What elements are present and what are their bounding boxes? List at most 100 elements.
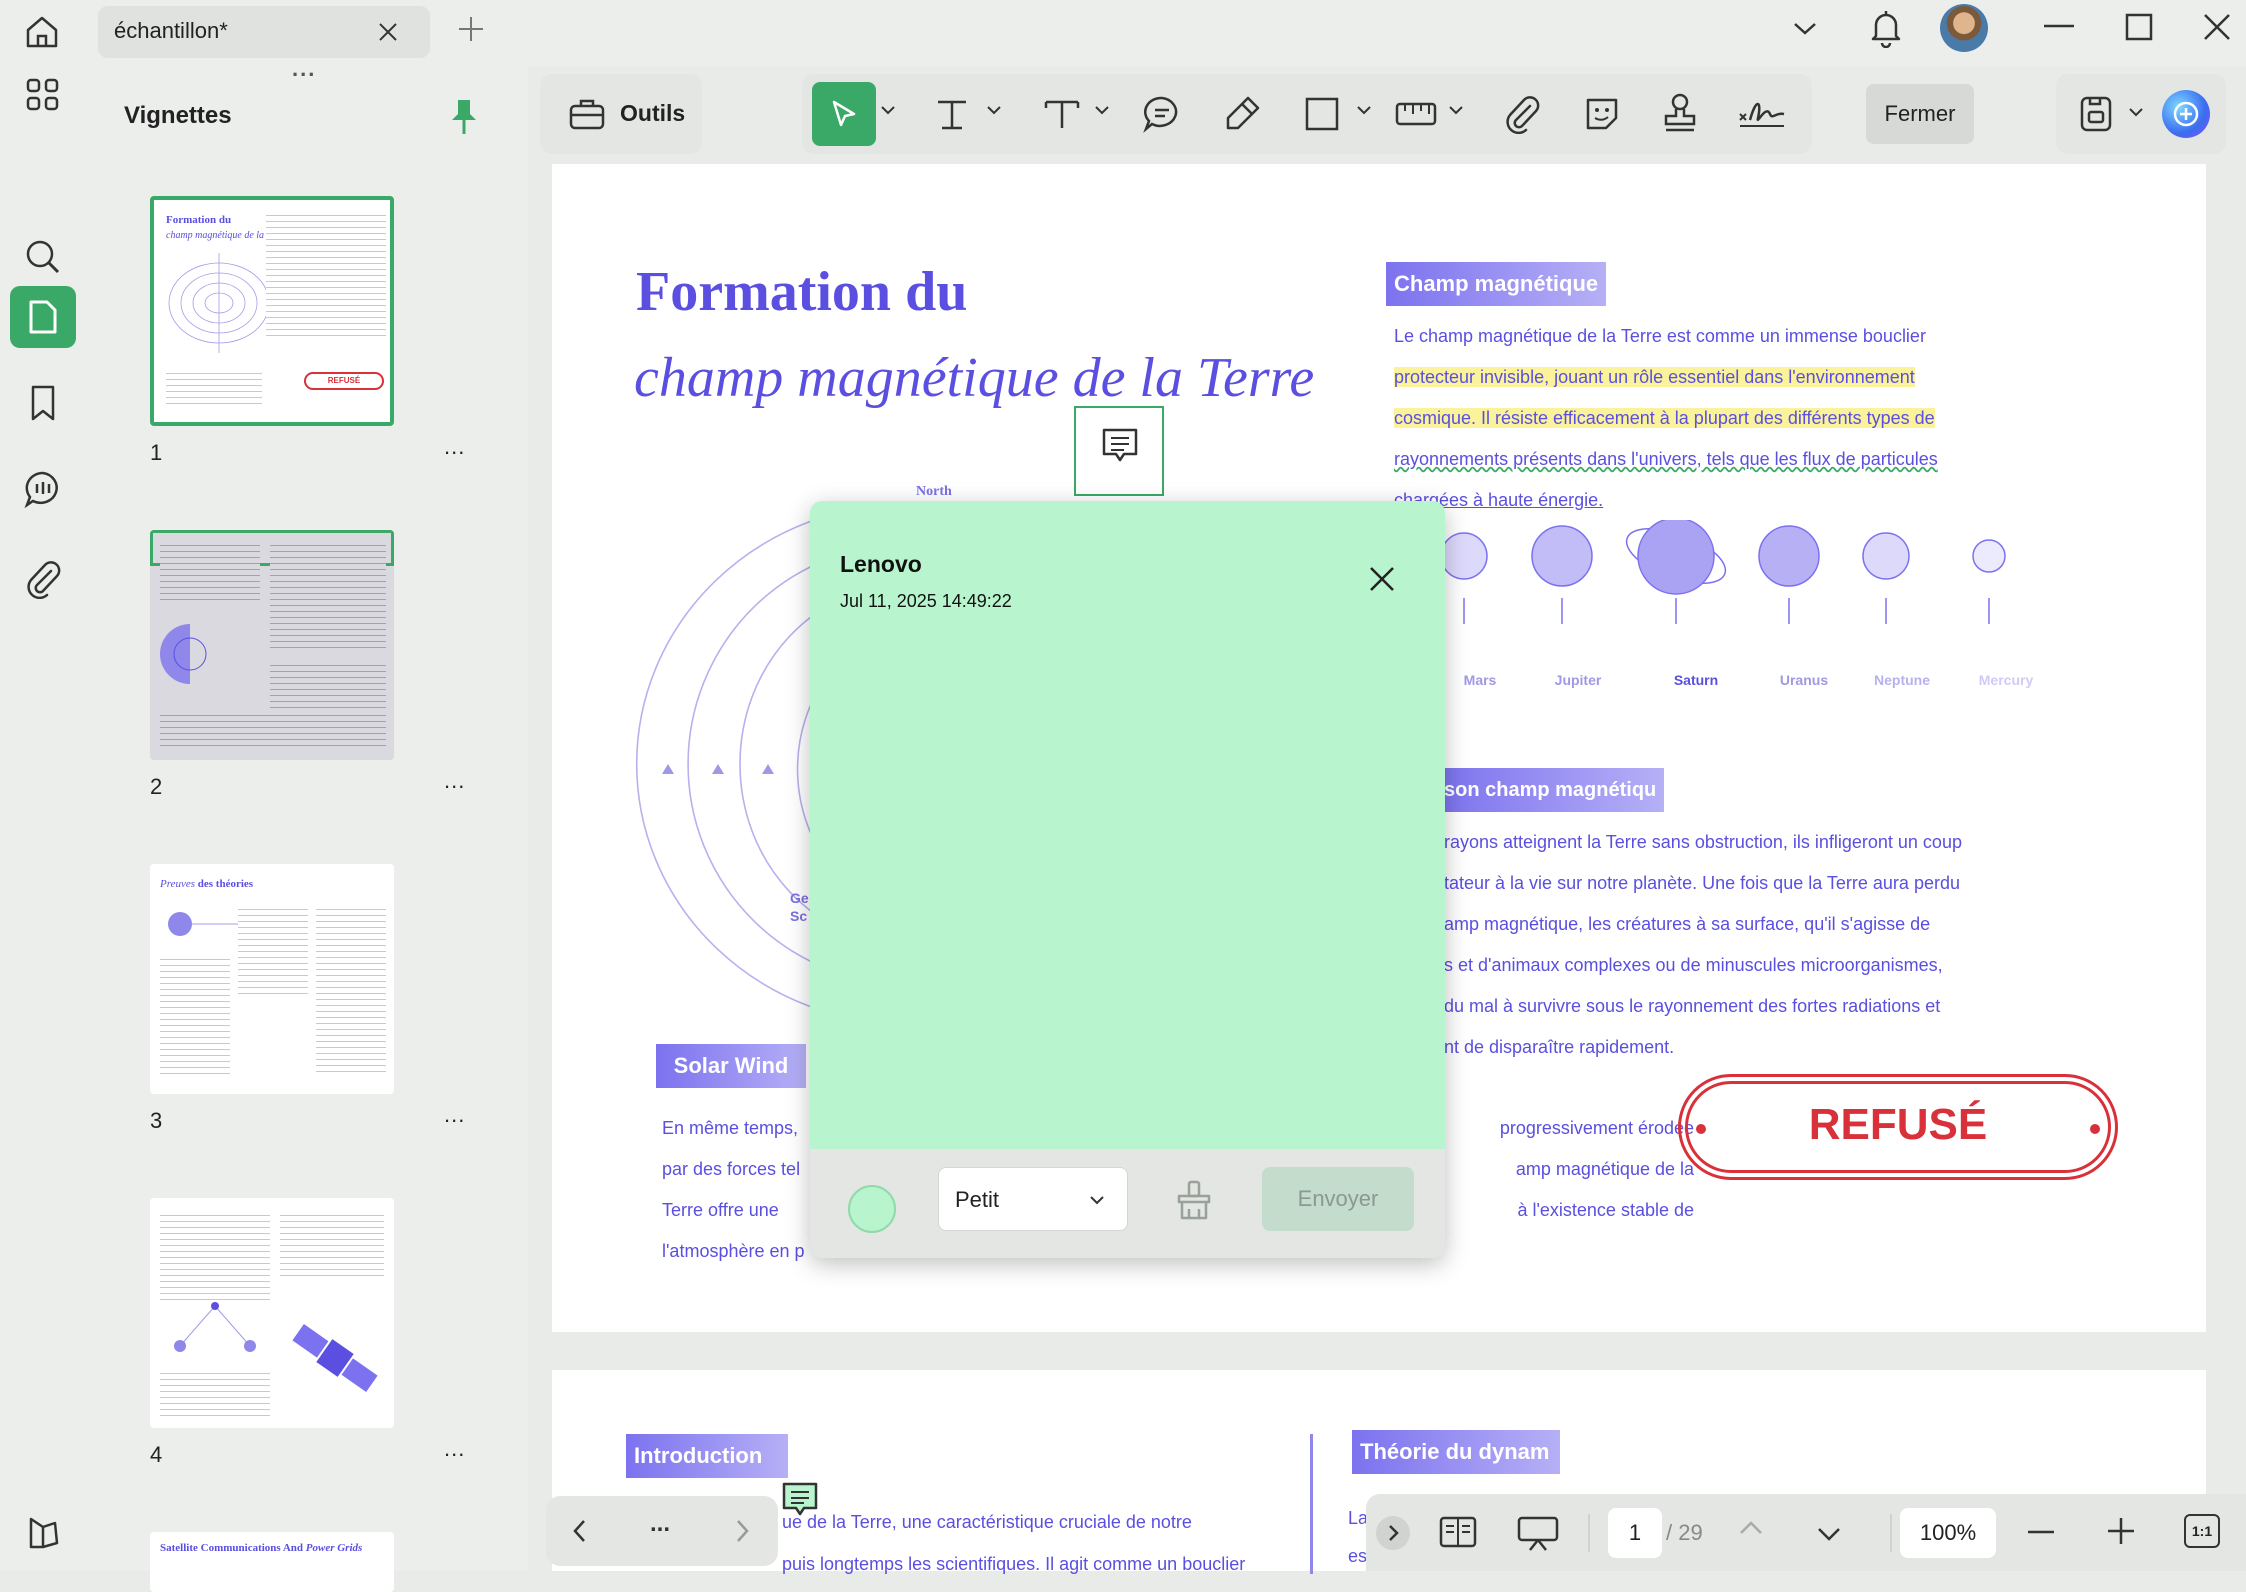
chevron-down-icon[interactable] <box>1816 1524 1842 1544</box>
thumbnails-grid-icon[interactable] <box>10 64 76 126</box>
tools-button[interactable]: Outils <box>540 74 702 154</box>
thumb-diagram <box>174 1302 256 1352</box>
select-icon <box>828 98 860 130</box>
section2-body: rayons atteignent la Terre sans obstruct… <box>1444 832 1962 1057</box>
thumbnail-more-button[interactable]: ... <box>444 434 465 460</box>
chevron-up-icon[interactable] <box>1738 1518 1764 1538</box>
document-tab[interactable]: échantillon* <box>98 6 430 58</box>
diagram-label-north: North <box>916 484 952 499</box>
measure-icon[interactable] <box>1394 94 1438 134</box>
thumbnail-page-1[interactable]: Formation du champ magnétique de la Terr… <box>150 196 394 426</box>
comment-popup[interactable]: Lenovo Jul 11, 2025 14:49:22 Petit Envoy… <box>810 501 1445 1258</box>
comment-icon[interactable] <box>10 458 76 520</box>
panel-resize-grip[interactable]: ... <box>292 56 316 82</box>
zoom-out-icon[interactable] <box>2028 1530 2054 1534</box>
chevron-down-icon[interactable] <box>880 104 896 116</box>
chevron-down-icon[interactable] <box>1094 104 1110 116</box>
send-button[interactable]: Envoyer <box>1262 1167 1414 1231</box>
status-bar: 1 / 29 100% 1:1 <box>1366 1494 2246 1571</box>
avatar[interactable] <box>1940 4 1988 52</box>
refused-stamp[interactable]: REFUSÉ <box>1678 1074 2118 1180</box>
annotation-toolbar <box>802 74 1812 154</box>
actual-size-button[interactable]: 1:1 <box>2184 1514 2220 1548</box>
chevron-down-icon[interactable] <box>1448 104 1464 116</box>
thumbnail-more-button[interactable]: ... <box>444 1102 465 1128</box>
thumbnail-page-2[interactable] <box>150 530 394 760</box>
thumb-text-block <box>160 1210 270 1300</box>
solar-wind-body: En même temps, par des forces tel Terre … <box>662 1118 805 1261</box>
comment-tool-icon[interactable] <box>1142 94 1182 134</box>
font-size-select[interactable]: Petit <box>938 1167 1128 1231</box>
reading-mode-icon[interactable] <box>1438 1514 1478 1550</box>
zoom-in-icon[interactable] <box>2108 1518 2134 1544</box>
comment-marker[interactable] <box>1074 406 1164 496</box>
presentation-icon[interactable] <box>1516 1514 1560 1552</box>
planet-label: Mercury <box>1978 672 2034 688</box>
more-button[interactable]: ... <box>650 1510 670 1538</box>
thumbnail-more-button[interactable]: ... <box>444 1436 465 1462</box>
planets-diagram <box>1440 520 2006 624</box>
bell-icon[interactable] <box>1868 8 1904 48</box>
comment-text-area[interactable] <box>834 631 1420 1141</box>
left-rail <box>0 66 88 1571</box>
thumbnail-number: 4 <box>150 1442 163 1467</box>
chevron-left-icon[interactable] <box>570 1518 590 1544</box>
section1-body: Le champ magnétique de la Terre est comm… <box>1394 326 1938 510</box>
highlighter-icon[interactable] <box>1222 94 1262 134</box>
attach-icon[interactable] <box>1502 94 1542 134</box>
pin-icon[interactable] <box>450 96 478 136</box>
planet-label: Uranus <box>1779 672 1829 688</box>
home-icon[interactable] <box>20 12 64 52</box>
text-box-icon[interactable] <box>1042 94 1082 134</box>
sticker-icon[interactable] <box>1582 94 1622 134</box>
page2-text: puis longtemps les scientifiques. Il agi… <box>782 1554 1246 1574</box>
chevron-down-icon[interactable] <box>986 104 1002 116</box>
page-number-input[interactable]: 1 <box>1608 1508 1662 1558</box>
title-bar: échantillon* <box>0 0 2246 66</box>
attachment-icon[interactable] <box>10 548 76 610</box>
comment-author: Lenovo <box>840 551 922 577</box>
theme-icon[interactable] <box>10 1502 76 1564</box>
thumb-text-block <box>160 540 260 600</box>
thumbnail-page-5[interactable]: Satellite Communications And Power Grids <box>150 1532 394 1592</box>
select-tool-button[interactable] <box>812 82 876 146</box>
chevron-right-icon[interactable] <box>732 1518 752 1544</box>
thumb-title: Formation du <box>166 214 232 226</box>
thumb-text-block <box>166 368 262 404</box>
page-icon[interactable] <box>10 286 76 348</box>
chevron-down-icon[interactable] <box>2128 106 2144 118</box>
thumbnail-page-4[interactable] <box>150 1198 394 1428</box>
thumbnail-number: 2 <box>150 774 163 799</box>
planet-label: Jupiter <box>1554 672 1602 688</box>
bookmark-icon[interactable] <box>10 372 76 434</box>
thumbnail-more-button[interactable]: ... <box>444 768 465 794</box>
stamp-icon[interactable] <box>1660 92 1700 134</box>
maximize-icon[interactable] <box>2124 12 2154 42</box>
new-tab-icon[interactable] <box>456 14 486 44</box>
ai-assistant-icon[interactable] <box>2162 90 2210 138</box>
close-toolbar-button[interactable]: Fermer <box>1866 84 1974 144</box>
planet-label: Neptune <box>1874 672 1930 688</box>
eraser-icon[interactable] <box>1174 1179 1214 1221</box>
column-divider <box>1310 1434 1313 1574</box>
thumb-text-block <box>160 954 230 1074</box>
text-insert-icon[interactable] <box>932 94 972 134</box>
comment-timestamp: Jul 11, 2025 14:49:22 <box>840 591 1012 611</box>
close-icon[interactable] <box>1368 565 1396 593</box>
close-tab-icon[interactable] <box>376 20 400 44</box>
thumb-title: Preuves des théories <box>160 878 254 890</box>
close-window-icon[interactable] <box>2202 12 2232 42</box>
comment-note-icon[interactable] <box>780 1480 820 1520</box>
rectangle-icon[interactable] <box>1302 94 1342 134</box>
chevron-down-icon[interactable] <box>1356 104 1372 116</box>
color-picker-button[interactable] <box>848 1185 896 1233</box>
comment-footer: Petit Envoyer <box>810 1149 1445 1258</box>
zoom-input[interactable]: 100% <box>1900 1508 1996 1558</box>
save-icon[interactable] <box>2078 94 2114 134</box>
signature-icon[interactable] <box>1736 94 1788 134</box>
search-icon[interactable] <box>10 226 76 288</box>
thumbnail-page-3[interactable]: Preuves des théories <box>150 864 394 1094</box>
minimize-icon[interactable] <box>2044 24 2074 28</box>
chevron-down-icon[interactable] <box>1792 18 1818 38</box>
expand-statusbar-button[interactable] <box>1376 1516 1410 1550</box>
